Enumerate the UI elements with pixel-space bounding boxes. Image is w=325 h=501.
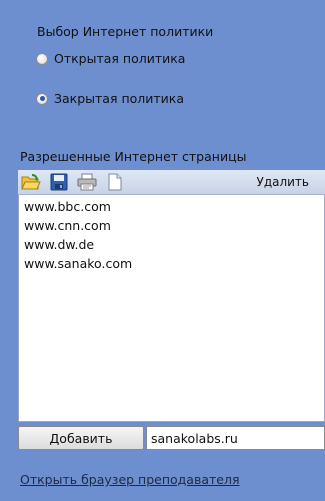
- print-button[interactable]: [76, 171, 98, 193]
- internet-policy-panel: Выбор Интернет политики Открытая политик…: [18, 0, 325, 501]
- add-row: Добавить: [18, 426, 325, 450]
- list-item[interactable]: www.bbc.com: [19, 197, 324, 216]
- list-item[interactable]: www.cnn.com: [19, 216, 324, 235]
- save-button[interactable]: [48, 171, 70, 193]
- allowed-pages-list[interactable]: www.bbc.com www.cnn.com www.dw.de www.sa…: [18, 195, 325, 422]
- radio-checked-icon: [36, 92, 48, 105]
- add-button[interactable]: Добавить: [18, 426, 144, 450]
- open-folder-icon: [21, 174, 41, 190]
- closed-policy-radio[interactable]: Закрытая политика: [36, 91, 184, 106]
- policy-section-title: Выбор Интернет политики: [37, 24, 214, 39]
- open-teacher-browser-link[interactable]: Открыть браузер преподавателя: [20, 472, 239, 487]
- delete-button[interactable]: Удалить: [257, 175, 310, 189]
- new-document-icon: [108, 173, 122, 191]
- list-item[interactable]: www.sanako.com: [19, 254, 324, 273]
- open-policy-radio[interactable]: Открытая политика: [36, 51, 185, 66]
- radio-unchecked-icon: [36, 52, 48, 65]
- allowed-pages-section: Разрешенные Интернет страницы Удалить ww…: [18, 130, 325, 501]
- list-toolbar: Удалить: [18, 170, 325, 195]
- url-input[interactable]: [146, 426, 325, 450]
- new-document-button[interactable]: [104, 171, 126, 193]
- closed-policy-label: Закрытая политика: [54, 91, 185, 106]
- open-policy-label: Открытая политика: [54, 51, 186, 66]
- list-item[interactable]: www.dw.de: [19, 235, 324, 254]
- print-icon: [77, 173, 97, 191]
- allowed-pages-title: Разрешенные Интернет страницы: [20, 149, 247, 164]
- open-folder-button[interactable]: [20, 171, 42, 193]
- save-icon: [50, 173, 68, 191]
